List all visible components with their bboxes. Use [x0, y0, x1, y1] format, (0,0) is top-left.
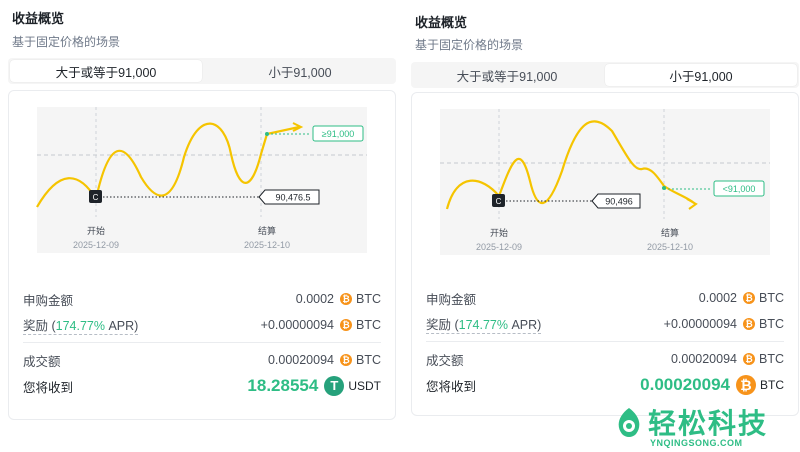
- subscribe-unit: BTC: [759, 291, 784, 305]
- btc-icon: ₿: [340, 319, 352, 331]
- price-scenario-chart: <91,000 C 90,496 开始 2025-12-09 结算 2025-1…: [412, 101, 798, 261]
- start-date: 2025-12-09: [73, 240, 119, 250]
- watermark-text: 轻松科技: [648, 408, 769, 439]
- reward-value: +0.00000094: [260, 318, 334, 332]
- end-date: 2025-12-10: [647, 242, 693, 252]
- receive-row: 您将收到 18.28554 T USDT: [23, 373, 381, 399]
- btc-icon: ₿: [736, 375, 756, 395]
- summary-rows: 申购金额 0.0002 ₿ BTC 奖励 (174.77% APR) +0.0000…: [23, 286, 381, 399]
- price-label: 90,476.5: [275, 193, 310, 203]
- receive-label: 您将收到: [426, 379, 477, 394]
- tab-lt-91000[interactable]: 小于91,000: [605, 64, 797, 86]
- receive-value: 18.28554: [247, 376, 319, 395]
- panel-title: 收益概览: [415, 15, 468, 30]
- subscribe-row: 申购金额 0.0002 ₿ BTC: [23, 286, 381, 312]
- volume-unit: BTC: [759, 352, 784, 366]
- reward-unit: BTC: [356, 318, 381, 332]
- receive-unit: USDT: [348, 379, 381, 393]
- reward-row: 奖励 (174.77% APR) +0.00000094 ₿ BTC: [426, 311, 784, 337]
- btc-icon: ₿: [340, 293, 352, 305]
- volume-unit: BTC: [356, 353, 381, 367]
- apr-value: 174.77%: [55, 319, 105, 333]
- panel-subtitle: 基于固定价格的场景: [415, 38, 524, 52]
- reward-unit: BTC: [759, 317, 784, 331]
- subscribe-label: 申购金额: [23, 293, 74, 308]
- target-label: <91,000: [723, 184, 756, 194]
- reward-label[interactable]: 奖励 (174.77% APR): [23, 315, 139, 335]
- subscribe-unit: BTC: [356, 292, 381, 306]
- leaf-logo-icon: [618, 408, 640, 437]
- scenario-panel-left: 收益概览 基于固定价格的场景 大于或等于91,000 小于91,000 ≥91,…: [2, 0, 396, 452]
- volume-label: 成交额: [426, 353, 464, 368]
- scenario-tabs: 大于或等于91,000 小于91,000: [8, 58, 396, 84]
- start-label: 开始: [490, 227, 508, 238]
- subscribe-value: 0.0002: [698, 291, 737, 305]
- receive-value: 0.00020094: [640, 375, 730, 394]
- tab-gte-91000[interactable]: 大于或等于91,000: [10, 60, 202, 82]
- end-label: 结算: [661, 227, 679, 238]
- apr-value: 174.77%: [458, 318, 508, 332]
- subscribe-row: 申购金额 0.0002 ₿ BTC: [426, 285, 784, 311]
- receive-unit: BTC: [760, 378, 784, 392]
- tab-gte-91000[interactable]: 大于或等于91,000: [411, 62, 603, 88]
- scenario-card: ≥91,000 C 90,476.5 开始 2025-12-09 结算 2025…: [8, 90, 396, 420]
- start-label: 开始: [87, 225, 105, 236]
- volume-value: 0.00020094: [670, 352, 737, 366]
- receive-row: 您将收到 0.00020094 ₿ BTC: [426, 372, 784, 398]
- current-marker-text: C: [93, 193, 99, 202]
- volume-label: 成交额: [23, 354, 61, 369]
- panel-subtitle: 基于固定价格的场景: [12, 35, 121, 49]
- volume-value: 0.00020094: [267, 353, 334, 367]
- btc-icon: ₿: [743, 318, 755, 330]
- site-watermark: 轻松科技 YNQINGSONG.COM: [610, 402, 800, 452]
- subscribe-label: 申购金额: [426, 292, 477, 307]
- start-date: 2025-12-09: [476, 242, 522, 252]
- subscribe-value: 0.0002: [295, 292, 334, 306]
- panel-title: 收益概览: [12, 11, 65, 26]
- watermark-subtext: YNQINGSONG.COM: [650, 438, 743, 448]
- btc-icon: ₿: [340, 354, 352, 366]
- end-date: 2025-12-10: [244, 240, 290, 250]
- summary-rows: 申购金额 0.0002 ₿ BTC 奖励 (174.77% APR) +0.0000…: [426, 285, 784, 398]
- price-label: 90,496: [605, 197, 633, 207]
- btc-icon: ₿: [743, 353, 755, 365]
- reward-value: +0.00000094: [663, 317, 737, 331]
- receive-label: 您将收到: [23, 380, 74, 395]
- usdt-icon: T: [324, 376, 345, 396]
- btc-icon: ₿: [743, 292, 755, 304]
- scenario-card: <91,000 C 90,496 开始 2025-12-09 结算 2025-1…: [411, 92, 799, 416]
- divider: [426, 341, 784, 342]
- scenario-tabs: 大于或等于91,000 小于91,000: [411, 62, 799, 88]
- target-label: ≥91,000: [322, 129, 354, 139]
- price-scenario-chart: ≥91,000 C 90,476.5 开始 2025-12-09 结算 2025…: [9, 99, 395, 259]
- tab-lt-91000[interactable]: 小于91,000: [204, 58, 396, 84]
- volume-row: 成交额 0.00020094 ₿ BTC: [426, 346, 784, 372]
- divider: [23, 342, 381, 343]
- volume-row: 成交额 0.00020094 ₿ BTC: [23, 347, 381, 373]
- end-label: 结算: [258, 225, 276, 236]
- reward-label[interactable]: 奖励 (174.77% APR): [426, 314, 542, 334]
- scenario-panel-right: 收益概览 基于固定价格的场景 大于或等于91,000 小于91,000 <91,…: [405, 0, 799, 452]
- reward-row: 奖励 (174.77% APR) +0.00000094 ₿ BTC: [23, 312, 381, 338]
- current-marker-text: C: [496, 197, 502, 206]
